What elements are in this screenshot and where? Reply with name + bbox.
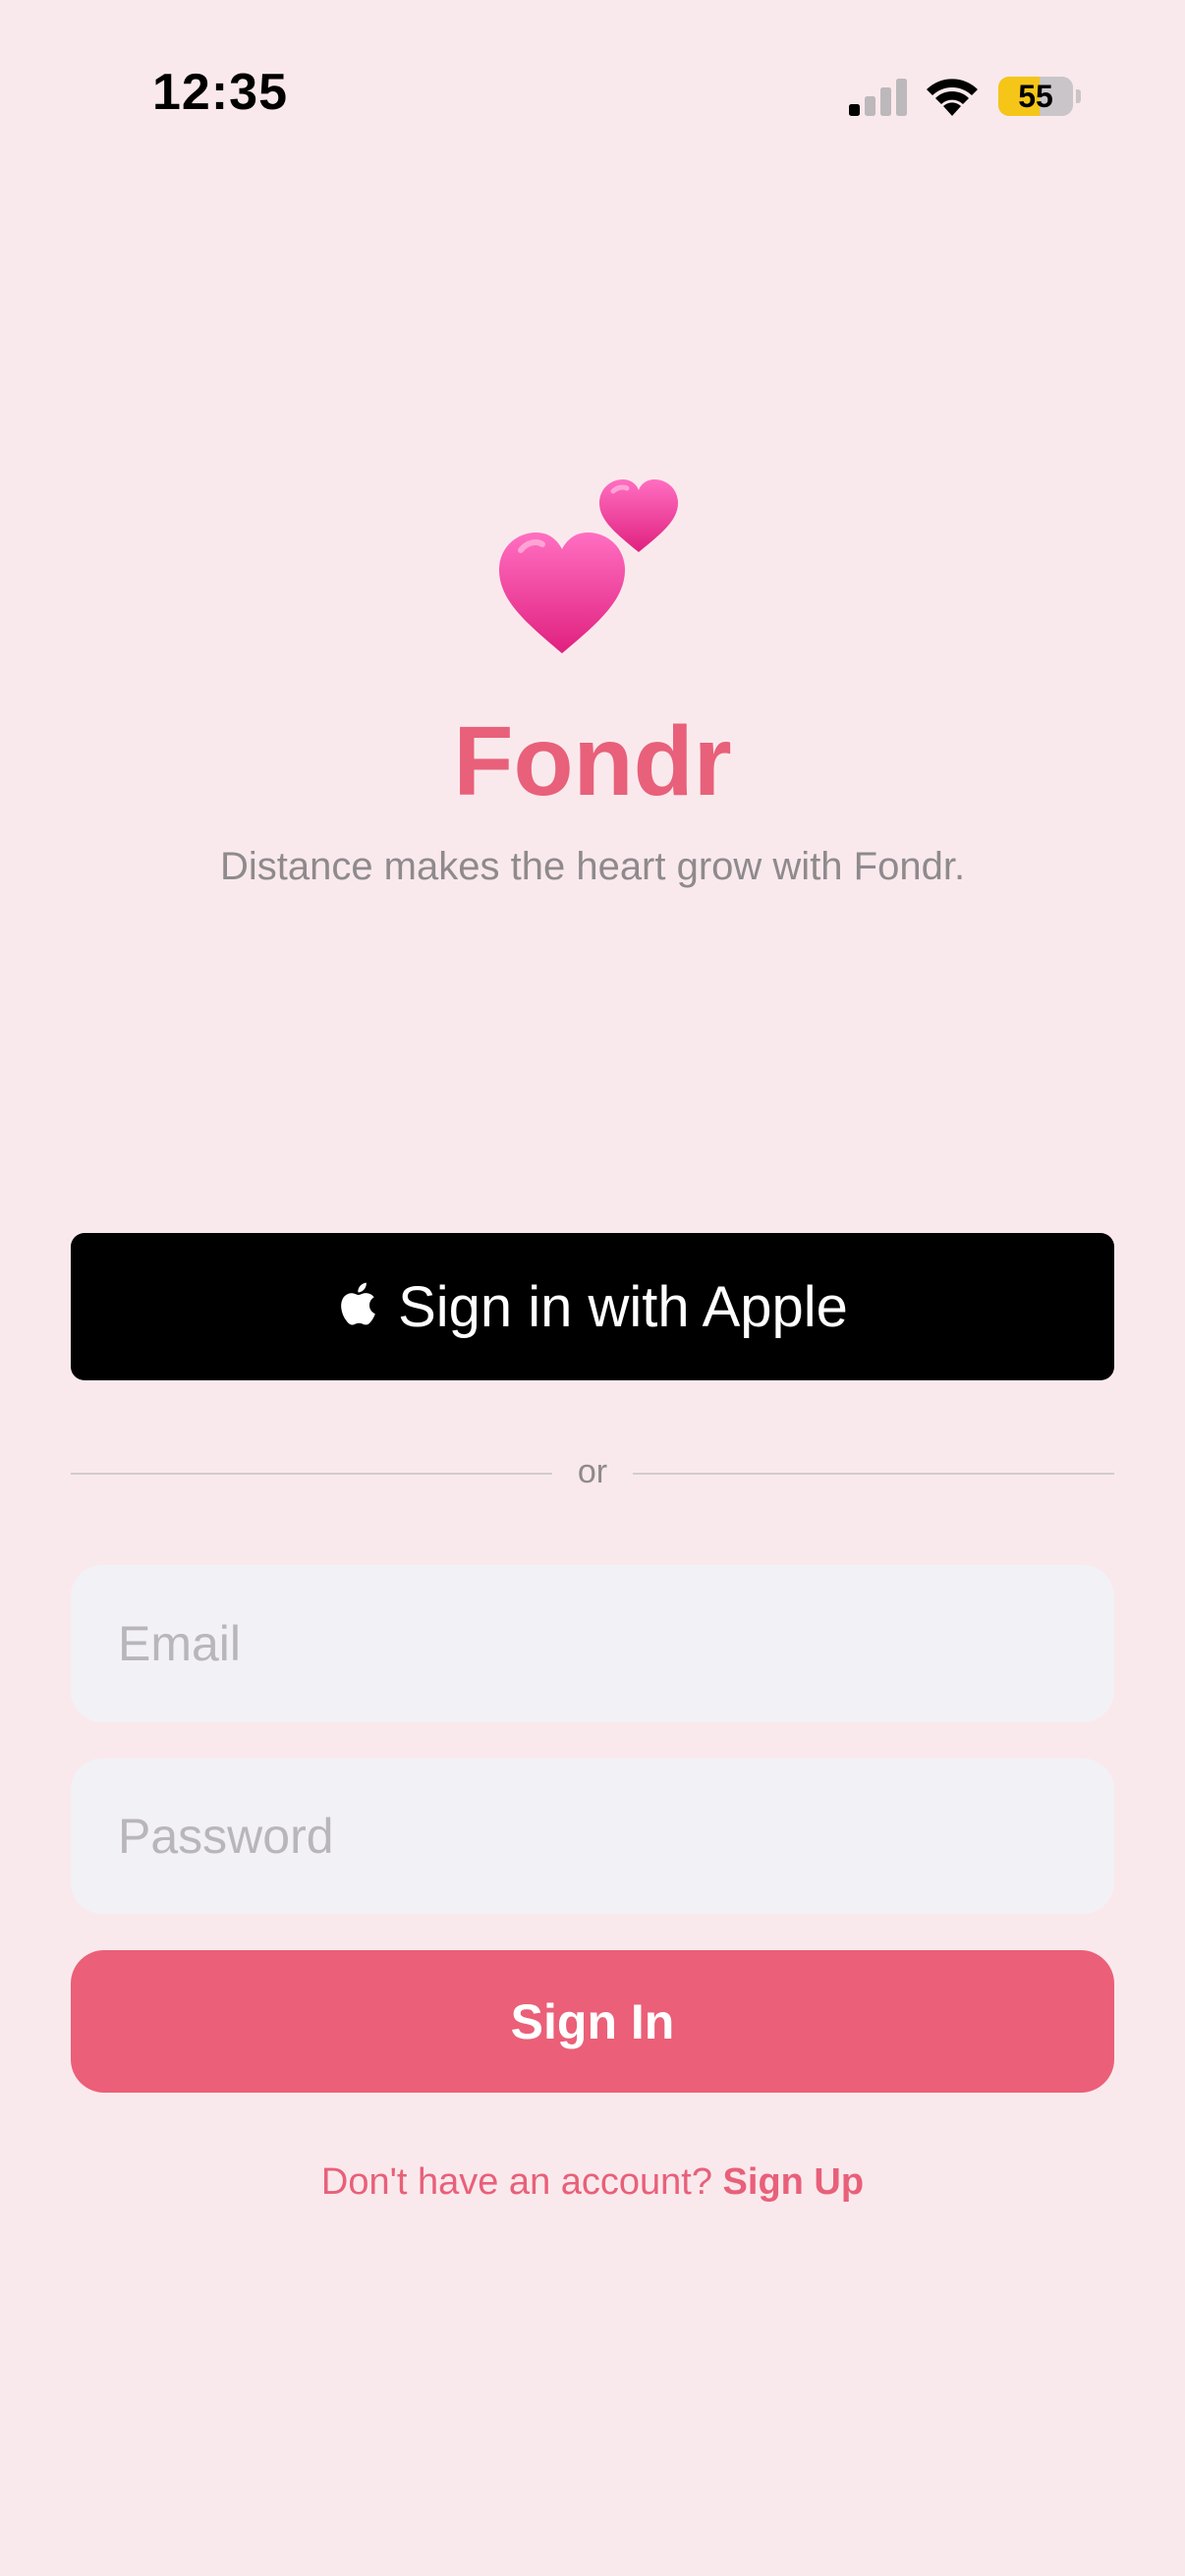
battery-cap [1076,89,1081,103]
battery-indicator: 55 [998,77,1081,116]
email-field[interactable] [71,1565,1114,1722]
or-divider: or [71,1449,1114,1498]
sign-in-button[interactable]: Sign In [71,1950,1114,2093]
apple-logo-icon [341,1282,375,1325]
divider-line-left [71,1473,552,1475]
sign-up-link[interactable]: Sign Up [723,2161,865,2203]
divider-line-right [633,1473,1114,1475]
cellular-signal-icon [849,79,907,116]
signup-prompt-row: Don't have an account? Sign Up [0,2161,1185,2204]
two-hearts-icon [499,479,678,653]
app-title: Fondr [453,706,732,816]
sign-in-with-apple-label: Sign in with Apple [398,1274,848,1339]
battery-body: 55 [998,77,1073,116]
status-time: 12:35 [152,64,288,121]
signup-prompt: Don't have an account? [320,2161,712,2203]
divider-label: or [577,1453,608,1490]
status-bar: 12:35 55 [0,0,1185,196]
password-field[interactable] [71,1759,1114,1914]
sign-in-with-apple-button[interactable]: Sign in with Apple [71,1233,1114,1380]
tagline: Distance makes the heart grow with Fondr… [219,845,966,888]
battery-percentage: 55 [1018,79,1053,114]
wifi-icon [927,79,978,116]
